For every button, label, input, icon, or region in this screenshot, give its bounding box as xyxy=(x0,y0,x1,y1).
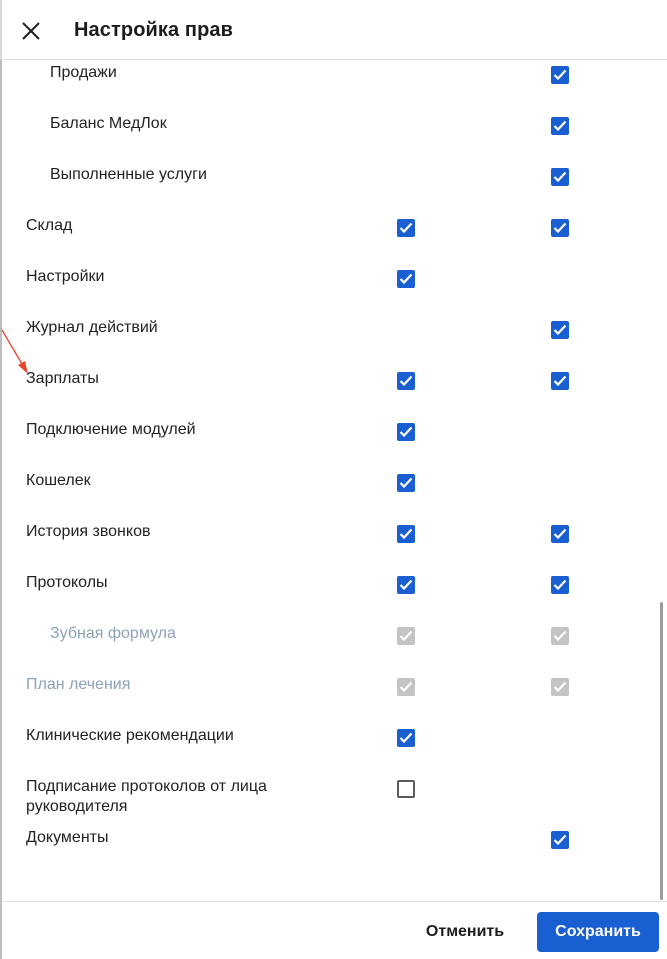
permission-checkbox-col2 xyxy=(551,627,569,645)
checkmark-icon xyxy=(399,732,413,744)
permission-label: Зубная формула xyxy=(50,625,176,642)
permission-checkbox-col1 xyxy=(397,678,415,696)
permission-checkbox-col2[interactable] xyxy=(551,576,569,594)
permission-label: Продажи xyxy=(50,64,117,81)
permission-label: Журнал действий xyxy=(26,319,158,336)
checkmark-icon xyxy=(399,528,413,540)
permission-checkbox-col2[interactable] xyxy=(551,168,569,186)
permission-checkbox-col1[interactable] xyxy=(397,474,415,492)
permission-checkbox-col2[interactable] xyxy=(551,219,569,237)
permission-label: Клинические рекомендации xyxy=(26,727,234,744)
permission-row: Протоколы xyxy=(2,573,652,624)
permission-checkbox-col1[interactable] xyxy=(397,270,415,288)
permission-label: Протоколы xyxy=(26,574,108,591)
permission-label: Склад xyxy=(26,217,73,234)
close-icon xyxy=(22,22,40,40)
permission-label: Настройки xyxy=(26,268,105,285)
dialog-title: Настройка прав xyxy=(74,19,234,41)
permission-checkbox-col1[interactable] xyxy=(397,576,415,594)
checkmark-icon xyxy=(553,375,567,387)
annotation-arrow-icon xyxy=(1,329,28,374)
permission-checkbox-col2[interactable] xyxy=(551,525,569,543)
checkmark-icon xyxy=(553,222,567,234)
checkmark-icon xyxy=(399,579,413,591)
checkmark-icon xyxy=(399,630,413,642)
permission-row: Клинические рекомендации xyxy=(2,726,652,777)
scrollbar[interactable] xyxy=(660,602,663,900)
checkmark-icon xyxy=(553,630,567,642)
permission-row: Продажи xyxy=(2,63,652,114)
checkmark-icon xyxy=(399,273,413,285)
checkmark-icon xyxy=(553,69,567,81)
permission-checkbox-col2[interactable] xyxy=(551,372,569,390)
save-button[interactable]: Сохранить xyxy=(537,912,659,952)
permission-row: Зарплаты xyxy=(2,369,652,420)
checkmark-icon xyxy=(399,426,413,438)
permission-row: Документы xyxy=(2,828,652,879)
permission-checkbox-col1[interactable] xyxy=(397,780,415,798)
checkmark-icon xyxy=(553,681,567,693)
permission-row: Выполненные услуги xyxy=(2,165,652,216)
permission-checkbox-col2 xyxy=(551,678,569,696)
permission-label: План лечения xyxy=(26,676,131,693)
permission-label: Зарплаты xyxy=(26,370,99,387)
permission-label: Кошелек xyxy=(26,472,91,489)
checkmark-icon xyxy=(553,120,567,132)
checkmark-icon xyxy=(399,477,413,489)
dialog-header: Настройка прав xyxy=(2,0,667,60)
checkmark-icon xyxy=(553,171,567,183)
checkmark-icon xyxy=(399,375,413,387)
permission-checkbox-col2[interactable] xyxy=(551,321,569,339)
permission-label: Баланс МедЛок xyxy=(50,115,167,132)
permission-row: Склад xyxy=(2,216,652,267)
permission-label: Подключение модулей xyxy=(26,421,196,438)
permission-checkbox-col1[interactable] xyxy=(397,219,415,237)
permission-row: Кошелек xyxy=(2,471,652,522)
checkmark-icon xyxy=(553,324,567,336)
permission-checkbox-col2[interactable] xyxy=(551,117,569,135)
permission-row: История звонков xyxy=(2,522,652,573)
checkmark-icon xyxy=(399,222,413,234)
permission-row: Настройки xyxy=(2,267,652,318)
permission-row: Журнал действий xyxy=(2,318,652,369)
permissions-list: Продажи Баланс МедЛок Выполненные услуги Ск… xyxy=(2,61,667,901)
permission-checkbox-col2[interactable] xyxy=(551,831,569,849)
permission-row: Зубная формула xyxy=(2,624,652,675)
permission-checkbox-col1 xyxy=(397,627,415,645)
checkmark-icon xyxy=(553,579,567,591)
dialog-footer: Отменить Сохранить xyxy=(2,901,667,959)
permission-label: Подписание протоколов от лица руководите… xyxy=(26,778,267,815)
cancel-button[interactable]: Отменить xyxy=(410,913,520,951)
checkmark-icon xyxy=(399,681,413,693)
checkmark-icon xyxy=(553,834,567,846)
permission-checkbox-col1[interactable] xyxy=(397,423,415,441)
permission-label: Документы xyxy=(26,829,109,846)
permission-label: Выполненные услуги xyxy=(50,166,207,183)
permission-checkbox-col1[interactable] xyxy=(397,525,415,543)
permission-checkbox-col2[interactable] xyxy=(551,66,569,84)
close-button[interactable] xyxy=(20,20,42,42)
checkmark-icon xyxy=(553,528,567,540)
permission-row: План лечения xyxy=(2,675,652,726)
permission-row: Баланс МедЛок xyxy=(2,114,652,165)
permission-row: Подписание протоколов от лица руководите… xyxy=(2,777,652,828)
permission-row: Подключение модулей xyxy=(2,420,652,471)
permission-checkbox-col1[interactable] xyxy=(397,729,415,747)
permission-checkbox-col1[interactable] xyxy=(397,372,415,390)
permission-label: История звонков xyxy=(26,523,151,540)
